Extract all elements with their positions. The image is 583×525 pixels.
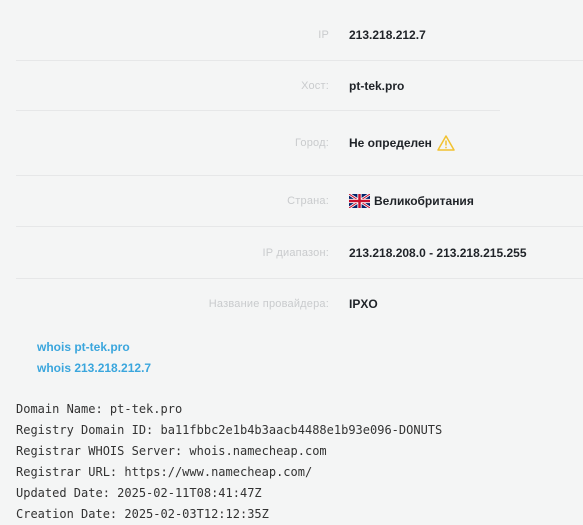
ip-label: IP [318,28,329,41]
row-country: Страна: Великобритания [16,176,583,227]
row-ip: IP 213.218.212.7 [16,9,583,61]
provider-label: Название провайдера: [208,297,329,310]
uk-flag-icon [348,192,371,210]
whois-line: Domain Name: pt-tek.pro [16,402,183,416]
whois-domain-link[interactable]: whois pt-tek.pro [37,337,151,358]
city-value-wrap: Не определен [349,135,455,151]
row-ip-range: IP диапазон: 213.218.208.0 - 213.218.215… [16,227,583,279]
row-provider: Название провайдера: IPXO [16,279,583,328]
provider-value: IPXO [349,296,378,311]
row-host: Хост: pt-tek.pro [16,61,583,111]
ip-range-label: IP диапазон: [262,246,329,259]
row-city: Город: Не определен [16,111,583,176]
whois-line: Updated Date: 2025-02-11T08:41:47Z [16,486,262,500]
whois-ip-link[interactable]: whois 213.218.212.7 [37,358,151,379]
whois-line: Registrar WHOIS Server: whois.namecheap.… [16,444,327,458]
whois-line: Creation Date: 2025-02-03T12:12:35Z [16,507,269,521]
country-value-wrap: Великобритания [348,192,474,210]
ip-info-table: IP 213.218.212.7 Хост: pt-tek.pro Город:… [16,9,583,328]
whois-links: whois pt-tek.pro whois 213.218.212.7 [37,337,151,379]
warning-icon [437,135,455,151]
city-label: Город: [294,137,329,149]
ip-value: 213.218.212.7 [349,27,426,42]
ip-range-value: 213.218.208.0 - 213.218.215.255 [349,245,527,260]
country-value: Великобритания [374,194,474,208]
whois-line: Registrar URL: https://www.namecheap.com… [16,465,313,479]
whois-line: Registry Domain ID: ba11fbbc2e1b4b3aacb4… [16,423,443,437]
host-label: Хост: [301,80,329,92]
host-value: pt-tek.pro [349,79,405,93]
whois-output: Domain Name: pt-tek.pro Registry Domain … [16,399,442,525]
city-value: Не определен [349,136,432,150]
country-label: Страна: [287,195,329,207]
